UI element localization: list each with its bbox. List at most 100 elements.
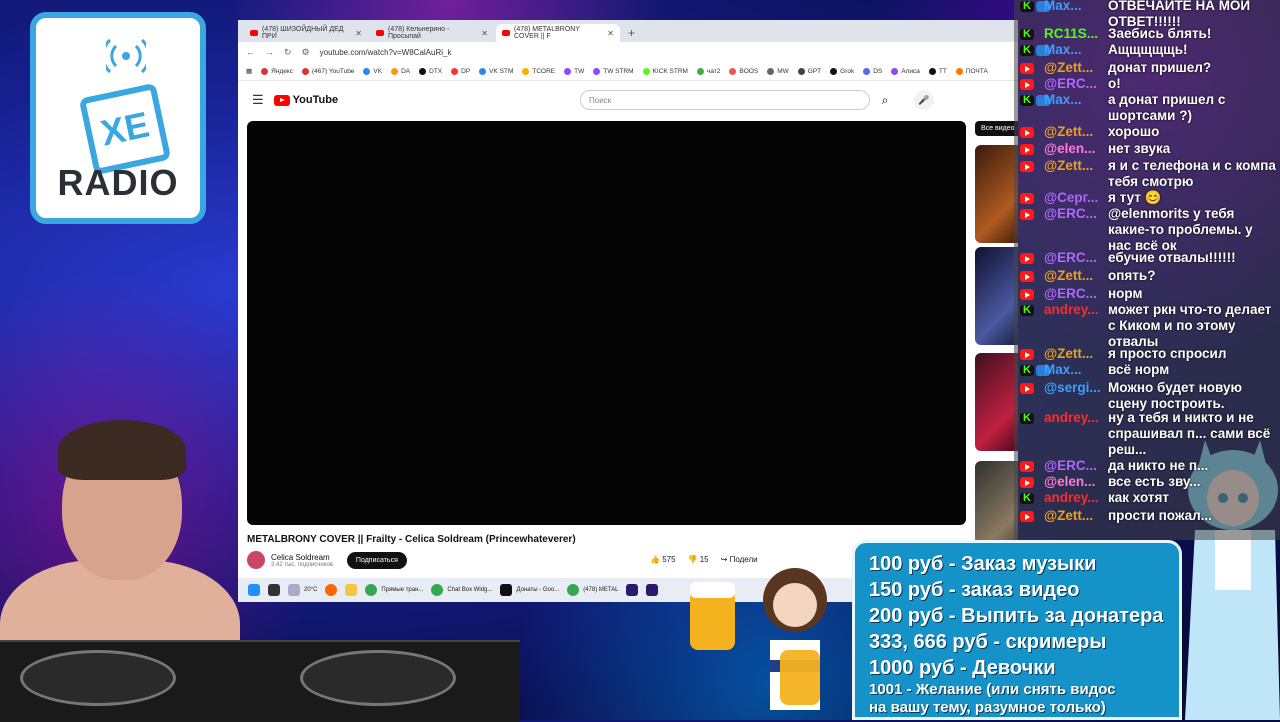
bookmark-item[interactable]: KICK STRM bbox=[642, 67, 688, 75]
premiere-icon[interactable] bbox=[646, 584, 659, 596]
bookmark-item[interactable]: TW bbox=[564, 67, 584, 75]
bookmark-item[interactable]: TT bbox=[928, 67, 947, 75]
logo-radio-text: RADIO bbox=[57, 162, 179, 203]
kick-platform-icon: K bbox=[1020, 365, 1034, 376]
recommended-thumbnail[interactable] bbox=[975, 353, 1018, 451]
browser-tab-3[interactable]: (478) METALBRONY COVER || F ✕ bbox=[496, 24, 620, 42]
xe-radio-logo: XE RADIO bbox=[30, 12, 206, 224]
recommended-thumbnail[interactable] bbox=[975, 145, 1018, 243]
close-tab-icon[interactable]: ✕ bbox=[481, 29, 488, 38]
search-icon[interactable]: ⌕ bbox=[872, 90, 898, 110]
taskbar-app[interactable]: Chat Box Widg... bbox=[431, 584, 492, 596]
chat-text: ну а тебя и никто и не спрашивал п... са… bbox=[1108, 410, 1271, 457]
close-tab-icon[interactable]: ✕ bbox=[355, 29, 362, 38]
bookmark-item[interactable]: ПОЧТА bbox=[955, 67, 988, 75]
recommended-thumbnail[interactable] bbox=[975, 247, 1018, 345]
bookmark-item[interactable]: DP bbox=[451, 67, 470, 75]
bookmark-item[interactable]: VK bbox=[363, 67, 382, 75]
youtube-platform-icon bbox=[1020, 161, 1034, 172]
bookmark-item[interactable]: чат2 bbox=[696, 67, 720, 75]
tab-label: (478) Кельнерино - Просыпай bbox=[388, 26, 450, 40]
chat-text: о! bbox=[1108, 76, 1121, 91]
menu-icon[interactable]: ☰ bbox=[252, 92, 264, 108]
taskbar-app[interactable]: Донаты - Goo... bbox=[500, 584, 559, 596]
channel-avatar[interactable] bbox=[247, 551, 265, 569]
chat-username: @elen... bbox=[1044, 474, 1096, 489]
microphone-icon[interactable]: 🎤 bbox=[914, 90, 934, 110]
subscriber-count: 3,42 тыс. подписчиков bbox=[271, 561, 333, 568]
bookmark-item[interactable]: Grok bbox=[830, 67, 854, 75]
chat-username: @sergi... bbox=[1044, 380, 1101, 395]
recommendations-sidebar: Все видео bbox=[975, 121, 1018, 561]
chat-text: ебучие отвалы!!!!!! bbox=[1108, 250, 1236, 265]
bookmark-item[interactable]: VK STM bbox=[479, 67, 513, 75]
forward-icon[interactable]: → bbox=[265, 47, 274, 57]
bookmark-item[interactable]: Алиса bbox=[891, 67, 920, 75]
youtube-platform-icon bbox=[1020, 349, 1034, 360]
chat-text: может ркн что-то делает с Киком и по это… bbox=[1108, 302, 1272, 349]
back-icon[interactable]: ← bbox=[246, 47, 255, 57]
chat-username: @ERC... bbox=[1044, 286, 1097, 301]
channel-name[interactable]: Celica Soldream bbox=[271, 553, 333, 562]
youtube-platform-icon bbox=[1020, 127, 1034, 138]
kick-platform-icon: K bbox=[1020, 493, 1034, 504]
search-input[interactable]: Поиск bbox=[580, 90, 870, 110]
bookmark-item[interactable]: DS bbox=[863, 67, 882, 75]
tab-label: (478) METALBRONY COVER || F bbox=[514, 26, 580, 40]
chat-text: я просто спросил bbox=[1108, 346, 1227, 361]
browser-window: (478) ШИЗОЙДНЫЙ ДЕД ПРИ ✕ (478) Кельнери… bbox=[238, 20, 1018, 600]
bookmark-item[interactable]: TCORE bbox=[522, 67, 555, 75]
bookmark-item[interactable]: DA bbox=[391, 67, 410, 75]
youtube-platform-icon bbox=[1020, 511, 1034, 522]
url-field[interactable]: youtube.com/watch?v=W8CalAuRi_k bbox=[320, 48, 452, 57]
like-button[interactable]: 👍 575 bbox=[650, 555, 676, 564]
youtube-logo[interactable]: YouTube bbox=[273, 94, 338, 106]
chat-username: @Zett... bbox=[1044, 60, 1094, 75]
video-player[interactable] bbox=[247, 121, 966, 525]
chat-username: @Zett... bbox=[1044, 508, 1094, 523]
youtube-platform-icon bbox=[1020, 271, 1034, 282]
reload-icon[interactable]: ↻ bbox=[284, 47, 292, 58]
taskbar-app[interactable]: Прямые тран... bbox=[365, 584, 423, 596]
youtube-platform-icon bbox=[1020, 209, 1034, 220]
bookmark-item[interactable]: TW STRM bbox=[593, 67, 634, 75]
bookmark-item[interactable]: GPT bbox=[797, 67, 821, 75]
filter-chip-all[interactable]: Все видео bbox=[975, 121, 1018, 136]
subscribe-button[interactable]: Подписаться bbox=[346, 551, 407, 569]
price-line: 1001 - Желание (или снять видос bbox=[869, 681, 1116, 698]
browser-tab-2[interactable]: (478) Кельнерино - Просыпай ✕ bbox=[370, 24, 494, 42]
start-icon[interactable] bbox=[248, 584, 260, 596]
weather-widget[interactable]: 20°C bbox=[288, 584, 317, 596]
address-bar: ← → ↻ ⚙ youtube.com/watch?v=W8CalAuRi_k bbox=[238, 42, 1018, 62]
bookmarks-bar: ▦ Яндекс (467) YouTube VK DA DTX DP VK S… bbox=[238, 62, 1018, 81]
youtube-favicon-icon bbox=[502, 30, 510, 36]
premiere-icon[interactable] bbox=[626, 584, 639, 596]
close-tab-icon[interactable]: ✕ bbox=[607, 29, 614, 38]
chat-username: Max... bbox=[1044, 362, 1082, 377]
tab-label: (478) ШИЗОЙДНЫЙ ДЕД ПРИ bbox=[262, 26, 344, 40]
video-title: METALBRONY COVER || Frailty - Celica Sol… bbox=[247, 534, 576, 545]
bookmark-item[interactable]: DTX bbox=[419, 67, 442, 75]
youtube-platform-icon bbox=[1020, 477, 1034, 488]
chat-username: Max... bbox=[1044, 42, 1082, 57]
bookmark-item[interactable]: (467) YouTube bbox=[302, 67, 354, 75]
firefox-icon[interactable] bbox=[325, 584, 338, 596]
youtube-platform-icon bbox=[1020, 289, 1034, 300]
chat-text: хорошо bbox=[1108, 124, 1160, 139]
channel-row: Celica Soldream 3,42 тыс. подписчиков По… bbox=[247, 551, 407, 569]
dj-jog-wheel-right bbox=[300, 650, 456, 706]
bookmark-item[interactable]: MW bbox=[767, 67, 789, 75]
bookmark-item[interactable]: Яндекс bbox=[261, 67, 293, 75]
taskbar-app[interactable]: (478) METAL bbox=[567, 584, 618, 596]
browser-tab-1[interactable]: (478) ШИЗОЙДНЫЙ ДЕД ПРИ ✕ bbox=[244, 24, 368, 42]
task-view-icon[interactable] bbox=[268, 584, 280, 596]
new-tab-button[interactable]: + bbox=[622, 24, 641, 42]
chat-text: Заебись блять! bbox=[1108, 26, 1212, 41]
bookmark-item[interactable]: BOOS bbox=[729, 67, 758, 75]
youtube-platform-icon bbox=[1020, 461, 1034, 472]
folder-icon[interactable] bbox=[345, 584, 358, 596]
apps-grid-icon[interactable]: ▦ bbox=[246, 67, 252, 75]
chat-username: andrey... bbox=[1044, 302, 1099, 317]
chat-text: донат пришел? bbox=[1108, 60, 1212, 75]
site-info-icon[interactable]: ⚙ bbox=[302, 47, 310, 58]
